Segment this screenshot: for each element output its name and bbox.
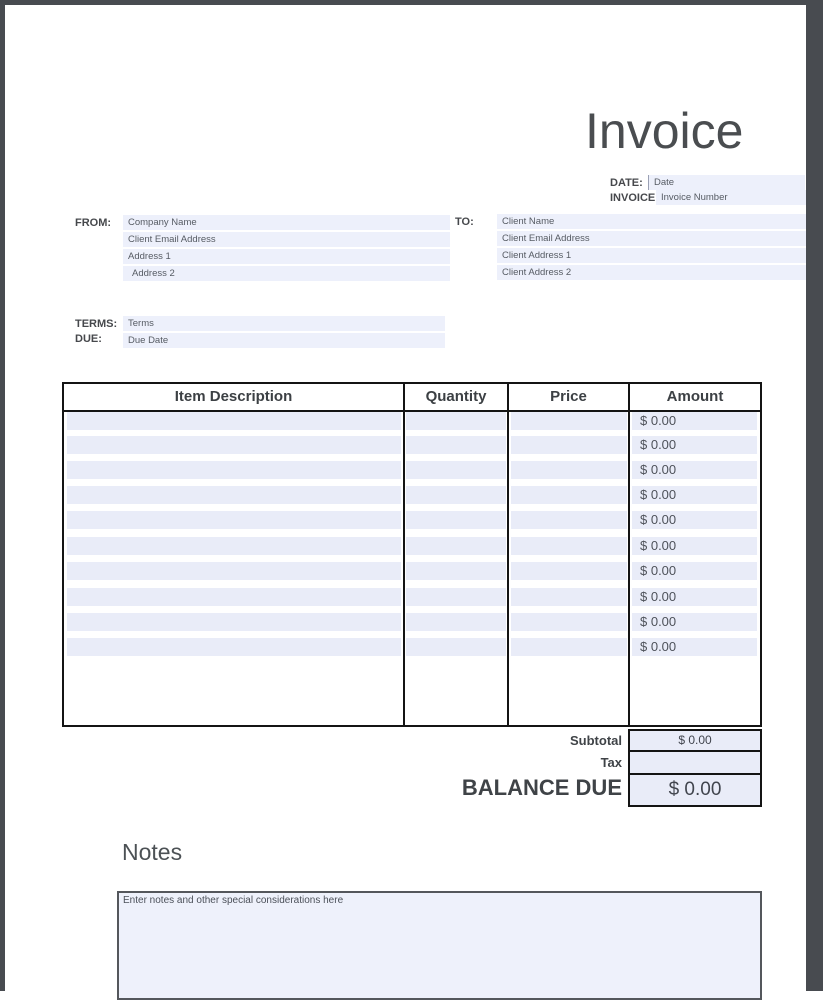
date-label: DATE: <box>610 177 643 189</box>
table-row: $ 0.00 <box>64 511 760 529</box>
item-description-cell[interactable] <box>67 461 401 479</box>
item-description-cell[interactable] <box>67 562 401 580</box>
to-client-name-input[interactable] <box>497 214 806 229</box>
to-label: TO: <box>455 216 474 228</box>
price-cell[interactable] <box>511 588 627 606</box>
item-description-cell[interactable] <box>67 537 401 555</box>
quantity-cell[interactable] <box>406 436 506 454</box>
amount-cell[interactable]: $ 0.00 <box>632 638 757 656</box>
price-cell[interactable] <box>511 562 627 580</box>
amount-cell[interactable]: $ 0.00 <box>632 511 757 529</box>
amount-cell[interactable]: $ 0.00 <box>632 486 757 504</box>
item-description-cell[interactable] <box>67 638 401 656</box>
item-description-cell[interactable] <box>67 436 401 454</box>
to-client-email-input[interactable] <box>497 231 806 246</box>
price-cell[interactable] <box>511 461 627 479</box>
quantity-cell[interactable] <box>406 412 506 430</box>
from-address1-input[interactable] <box>123 249 450 264</box>
balance-due-label: BALANCE DUE <box>462 775 622 801</box>
line-items-table: Item Description Quantity Price Amount $… <box>62 382 762 727</box>
item-description-cell[interactable] <box>67 486 401 504</box>
quantity-cell[interactable] <box>406 562 506 580</box>
viewer-frame-left <box>0 0 5 991</box>
subtotal-label: Subtotal <box>570 733 622 748</box>
quantity-cell[interactable] <box>406 613 506 631</box>
item-description-cell[interactable] <box>67 412 401 430</box>
date-input[interactable] <box>648 175 805 190</box>
column-header-amount: Amount <box>630 384 760 410</box>
price-cell[interactable] <box>511 511 627 529</box>
price-cell[interactable] <box>511 638 627 656</box>
from-address2-input[interactable] <box>123 266 450 281</box>
price-cell[interactable] <box>511 412 627 430</box>
table-row: $ 0.00 <box>64 537 760 555</box>
column-header-price: Price <box>509 384 628 410</box>
price-cell[interactable] <box>511 486 627 504</box>
balance-due-value: $ 0.00 <box>628 773 762 807</box>
quantity-cell[interactable] <box>406 638 506 656</box>
quantity-cell[interactable] <box>406 511 506 529</box>
from-email-input[interactable] <box>123 232 450 247</box>
price-cell[interactable] <box>511 613 627 631</box>
item-description-cell[interactable] <box>67 511 401 529</box>
item-description-cell[interactable] <box>67 613 401 631</box>
terms-input[interactable] <box>123 316 445 331</box>
notes-textarea[interactable] <box>117 891 762 1000</box>
terms-label: TERMS: <box>75 318 117 330</box>
table-row: $ 0.00 <box>64 588 760 606</box>
table-row: $ 0.00 <box>64 638 760 656</box>
invoice-template-page: Invoice DATE: INVOICE FROM: TO: TERMS: D… <box>0 0 823 1006</box>
quantity-cell[interactable] <box>406 461 506 479</box>
viewer-frame-top <box>0 0 823 5</box>
invoice-number-label: INVOICE <box>610 192 655 204</box>
due-date-input[interactable] <box>123 333 445 348</box>
tax-value-field[interactable] <box>628 750 762 775</box>
table-row: $ 0.00 <box>64 412 760 430</box>
to-client-address1-input[interactable] <box>497 248 806 263</box>
viewer-frame-right <box>806 0 823 991</box>
table-row: $ 0.00 <box>64 562 760 580</box>
amount-cell[interactable]: $ 0.00 <box>632 562 757 580</box>
amount-cell[interactable]: $ 0.00 <box>632 588 757 606</box>
amount-cell[interactable]: $ 0.00 <box>632 461 757 479</box>
amount-cell[interactable]: $ 0.00 <box>632 537 757 555</box>
quantity-cell[interactable] <box>406 588 506 606</box>
due-label: DUE: <box>75 333 102 345</box>
price-cell[interactable] <box>511 436 627 454</box>
table-row: $ 0.00 <box>64 486 760 504</box>
to-client-address2-input[interactable] <box>497 265 806 280</box>
column-header-item-description: Item Description <box>64 384 403 410</box>
item-description-cell[interactable] <box>67 588 401 606</box>
tax-label: Tax <box>601 755 622 770</box>
table-row: $ 0.00 <box>64 613 760 631</box>
from-label: FROM: <box>75 217 111 229</box>
table-row: $ 0.00 <box>64 461 760 479</box>
column-header-quantity: Quantity <box>405 384 507 410</box>
table-row: $ 0.00 <box>64 436 760 454</box>
quantity-cell[interactable] <box>406 537 506 555</box>
notes-heading: Notes <box>122 839 182 866</box>
amount-cell[interactable]: $ 0.00 <box>632 613 757 631</box>
price-cell[interactable] <box>511 537 627 555</box>
page-title: Invoice <box>585 104 743 159</box>
invoice-number-input[interactable] <box>656 190 806 205</box>
amount-cell[interactable]: $ 0.00 <box>632 412 757 430</box>
subtotal-value: $ 0.00 <box>628 729 762 752</box>
from-company-input[interactable] <box>123 215 450 230</box>
amount-cell[interactable]: $ 0.00 <box>632 436 757 454</box>
quantity-cell[interactable] <box>406 486 506 504</box>
